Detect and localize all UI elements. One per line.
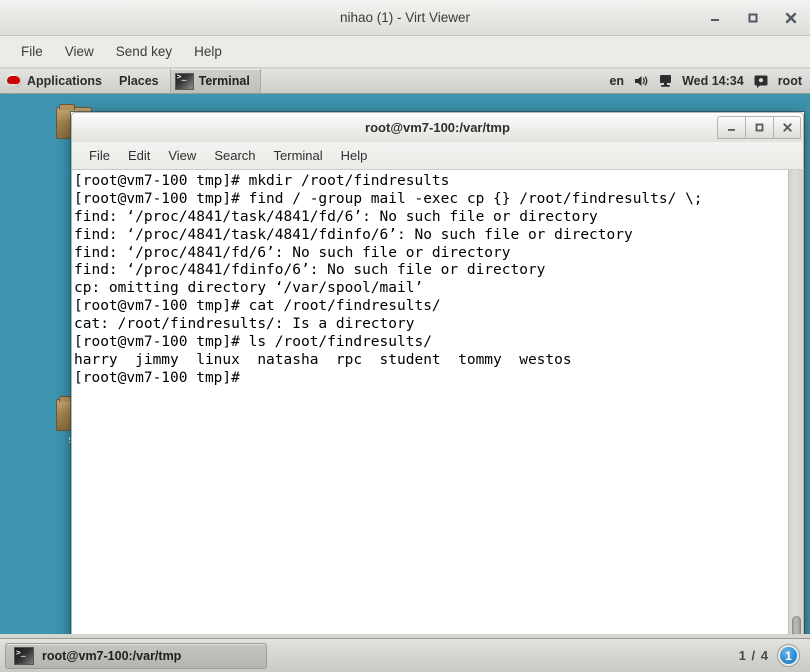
- taskbar-window-button[interactable]: root@vm7-100:/var/tmp: [5, 642, 267, 669]
- terminal-body[interactable]: [root@vm7-100 tmp]# mkdir /root/findresu…: [71, 170, 804, 634]
- workspace-current-badge[interactable]: 1: [778, 645, 799, 666]
- display-icon[interactable]: [659, 74, 672, 88]
- terminal-line: [root@vm7-100 tmp]# find / -group mail -…: [74, 190, 703, 207]
- terminal-line: cp: omitting directory ‘/var/spool/mail’: [74, 280, 424, 297]
- keyboard-layout-indicator[interactable]: en: [609, 74, 624, 88]
- terminal-menu-view[interactable]: View: [159, 142, 205, 169]
- clock[interactable]: Wed 14:34: [682, 74, 744, 88]
- vv-menu-send-key[interactable]: Send key: [105, 36, 183, 67]
- terminal-title: root@vm7-100:/var/tmp: [365, 120, 510, 135]
- guest-display: Applications Places Terminal en: [0, 69, 810, 634]
- gnome-bottom-panel: root@vm7-100:/var/tmp 1 / 4 1: [0, 638, 810, 672]
- maximize-icon[interactable]: [742, 7, 764, 29]
- taskbar-item-terminal-label: Terminal: [198, 74, 250, 88]
- terminal-maximize-icon[interactable]: [745, 116, 773, 139]
- places-menu[interactable]: Places: [110, 69, 168, 93]
- minimize-icon[interactable]: [704, 7, 726, 29]
- terminal-line: find: ‘/proc/4841/fd/6’: No such file or…: [74, 244, 511, 261]
- volume-icon[interactable]: [634, 74, 649, 88]
- terminal-titlebar[interactable]: root@vm7-100:/var/tmp: [71, 112, 804, 142]
- terminal-icon: [174, 72, 194, 90]
- terminal-line: find: ‘/proc/4841/task/4841/fd/6’: No su…: [74, 208, 598, 225]
- user-name[interactable]: root: [778, 74, 802, 88]
- gnome-panel-left: Applications Places Terminal: [0, 69, 261, 93]
- user-icon: [754, 75, 768, 88]
- terminal-menu-terminal[interactable]: Terminal: [265, 142, 332, 169]
- terminal-menu-file[interactable]: File: [80, 142, 119, 169]
- terminal-line: cat: /root/findresults/: Is a directory: [74, 316, 415, 333]
- terminal-line: [root@vm7-100 tmp]# mkdir /root/findresu…: [74, 173, 450, 189]
- terminal-close-icon[interactable]: [773, 116, 801, 139]
- gnome-panel-right: en Wed 14:34 root: [609, 69, 810, 93]
- gnome-top-panel: Applications Places Terminal en: [0, 69, 810, 94]
- terminal-minimize-icon[interactable]: [717, 116, 745, 139]
- virt-viewer-window-controls: [704, 0, 802, 36]
- virt-viewer-titlebar: nihao (1) - Virt Viewer: [0, 0, 810, 36]
- vv-menu-help[interactable]: Help: [183, 36, 233, 67]
- terminal-line: [root@vm7-100 tmp]#: [74, 369, 240, 386]
- terminal-scrollbar-thumb[interactable]: [792, 616, 801, 634]
- vv-menu-view[interactable]: View: [54, 36, 105, 67]
- terminal-window: root@vm7-100:/var/tmp File Edit View Sea…: [71, 112, 804, 634]
- applications-menu-label: Applications: [27, 74, 103, 88]
- screen: nihao (1) - Virt Viewer File View Send k…: [0, 0, 810, 672]
- terminal-menubar: File Edit View Search Terminal Help: [71, 142, 804, 170]
- virt-viewer-menubar: File View Send key Help: [0, 36, 810, 68]
- close-icon[interactable]: [780, 7, 802, 29]
- terminal-line: [root@vm7-100 tmp]# cat /root/findresult…: [74, 298, 441, 315]
- virt-viewer-title: nihao (1) - Virt Viewer: [339, 10, 471, 25]
- terminal-line: find: ‘/proc/4841/task/4841/fdinfo/6’: N…: [74, 226, 633, 243]
- terminal-output[interactable]: [root@vm7-100 tmp]# mkdir /root/findresu…: [72, 170, 788, 634]
- terminal-window-controls: [717, 116, 801, 139]
- redhat-logo-icon: [6, 73, 22, 89]
- terminal-menu-search[interactable]: Search: [205, 142, 264, 169]
- taskbar-item-terminal[interactable]: Terminal: [169, 69, 261, 93]
- terminal-menu-help[interactable]: Help: [332, 142, 377, 169]
- workspace-switcher: 1 / 4 1: [739, 645, 805, 666]
- terminal-line: find: ‘/proc/4841/fdinfo/6’: No such fil…: [74, 262, 546, 279]
- terminal-line: [root@vm7-100 tmp]# ls /root/findresults…: [74, 334, 432, 351]
- applications-menu[interactable]: Applications: [0, 69, 110, 93]
- vv-menu-file[interactable]: File: [10, 36, 54, 67]
- terminal-line: harry jimmy linux natasha rpc student to…: [74, 351, 572, 368]
- terminal-icon: [14, 646, 34, 665]
- taskbar-window-button-label: root@vm7-100:/var/tmp: [42, 648, 182, 663]
- workspace-count: 1 / 4: [738, 648, 769, 663]
- terminal-scrollbar[interactable]: [788, 170, 803, 634]
- terminal-menu-edit[interactable]: Edit: [119, 142, 159, 169]
